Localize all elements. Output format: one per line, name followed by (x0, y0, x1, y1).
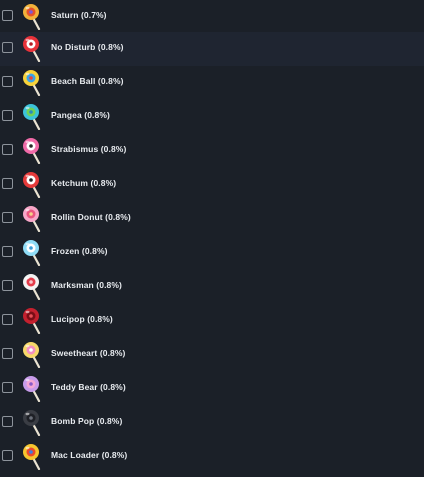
item-checkbox[interactable] (2, 10, 13, 21)
lollipop-strabismus-icon (21, 136, 45, 165)
item-label: Sweetheart (0.8%) (51, 348, 126, 358)
list-item[interactable]: Sweetheart (0.8%) (0, 338, 424, 372)
item-checkbox[interactable] (2, 382, 13, 393)
list-item[interactable]: Pangea (0.8%) (0, 100, 424, 134)
item-checkbox[interactable] (2, 246, 13, 257)
item-label: No Disturb (0.8%) (51, 42, 124, 52)
item-label: Pangea (0.8%) (51, 110, 110, 120)
list-item[interactable]: Frozen (0.8%) (0, 236, 424, 270)
item-checkbox[interactable] (2, 178, 13, 189)
item-label: Lucipop (0.8%) (51, 314, 113, 324)
item-checkbox[interactable] (2, 450, 13, 461)
item-checkbox[interactable] (2, 416, 13, 427)
list-item[interactable]: Beach Ball (0.8%) (0, 66, 424, 100)
item-checkbox[interactable] (2, 314, 13, 325)
lollipop-filter-list: Saturn (0.7%) No Disturb (0.8%) Beach Ball… (0, 0, 424, 477)
lollipop-no-disturb-icon (21, 34, 45, 63)
lollipop-lucipop-icon (21, 306, 45, 335)
list-item[interactable]: Mac Loader (0.8%) (0, 440, 424, 474)
lollipop-teddy-bear-icon (21, 374, 45, 403)
item-checkbox[interactable] (2, 42, 13, 53)
list-item[interactable]: Bomb Pop (0.8%) (0, 406, 424, 440)
item-checkbox[interactable] (2, 144, 13, 155)
item-checkbox[interactable] (2, 212, 13, 223)
lollipop-saturn-icon (21, 2, 45, 31)
item-label: Ketchum (0.8%) (51, 178, 117, 188)
item-checkbox[interactable] (2, 348, 13, 359)
lollipop-pangea-icon (21, 102, 45, 131)
lollipop-beach-ball-icon (21, 68, 45, 97)
list-item[interactable]: No Disturb (0.8%) (0, 32, 424, 66)
item-label: Rollin Donut (0.8%) (51, 212, 131, 222)
lollipop-sweetheart-icon (21, 340, 45, 369)
lollipop-bomb-pop-icon (21, 408, 45, 437)
list-item[interactable]: Ketchum (0.8%) (0, 168, 424, 202)
list-item[interactable]: Lucipop (0.8%) (0, 304, 424, 338)
item-label: Saturn (0.7%) (51, 10, 107, 20)
item-label: Beach Ball (0.8%) (51, 76, 124, 86)
list-item[interactable]: Saturn (0.7%) (0, 0, 424, 34)
lollipop-ketchum-icon (21, 170, 45, 199)
list-item[interactable]: Teddy Bear (0.8%) (0, 372, 424, 406)
item-checkbox[interactable] (2, 280, 13, 291)
item-label: Strabismus (0.8%) (51, 144, 127, 154)
list-item[interactable]: Marksman (0.8%) (0, 270, 424, 304)
lollipop-marksman-icon (21, 272, 45, 301)
item-checkbox[interactable] (2, 76, 13, 87)
lollipop-frozen-icon (21, 238, 45, 267)
item-label: Teddy Bear (0.8%) (51, 382, 126, 392)
item-label: Mac Loader (0.8%) (51, 450, 128, 460)
lollipop-rollin-donut-icon (21, 204, 45, 233)
item-label: Marksman (0.8%) (51, 280, 122, 290)
item-label: Frozen (0.8%) (51, 246, 108, 256)
lollipop-mac-loader-icon (21, 442, 45, 471)
item-label: Bomb Pop (0.8%) (51, 416, 123, 426)
list-item[interactable]: Rollin Donut (0.8%) (0, 202, 424, 236)
item-checkbox[interactable] (2, 110, 13, 121)
list-item[interactable]: Strabismus (0.8%) (0, 134, 424, 168)
